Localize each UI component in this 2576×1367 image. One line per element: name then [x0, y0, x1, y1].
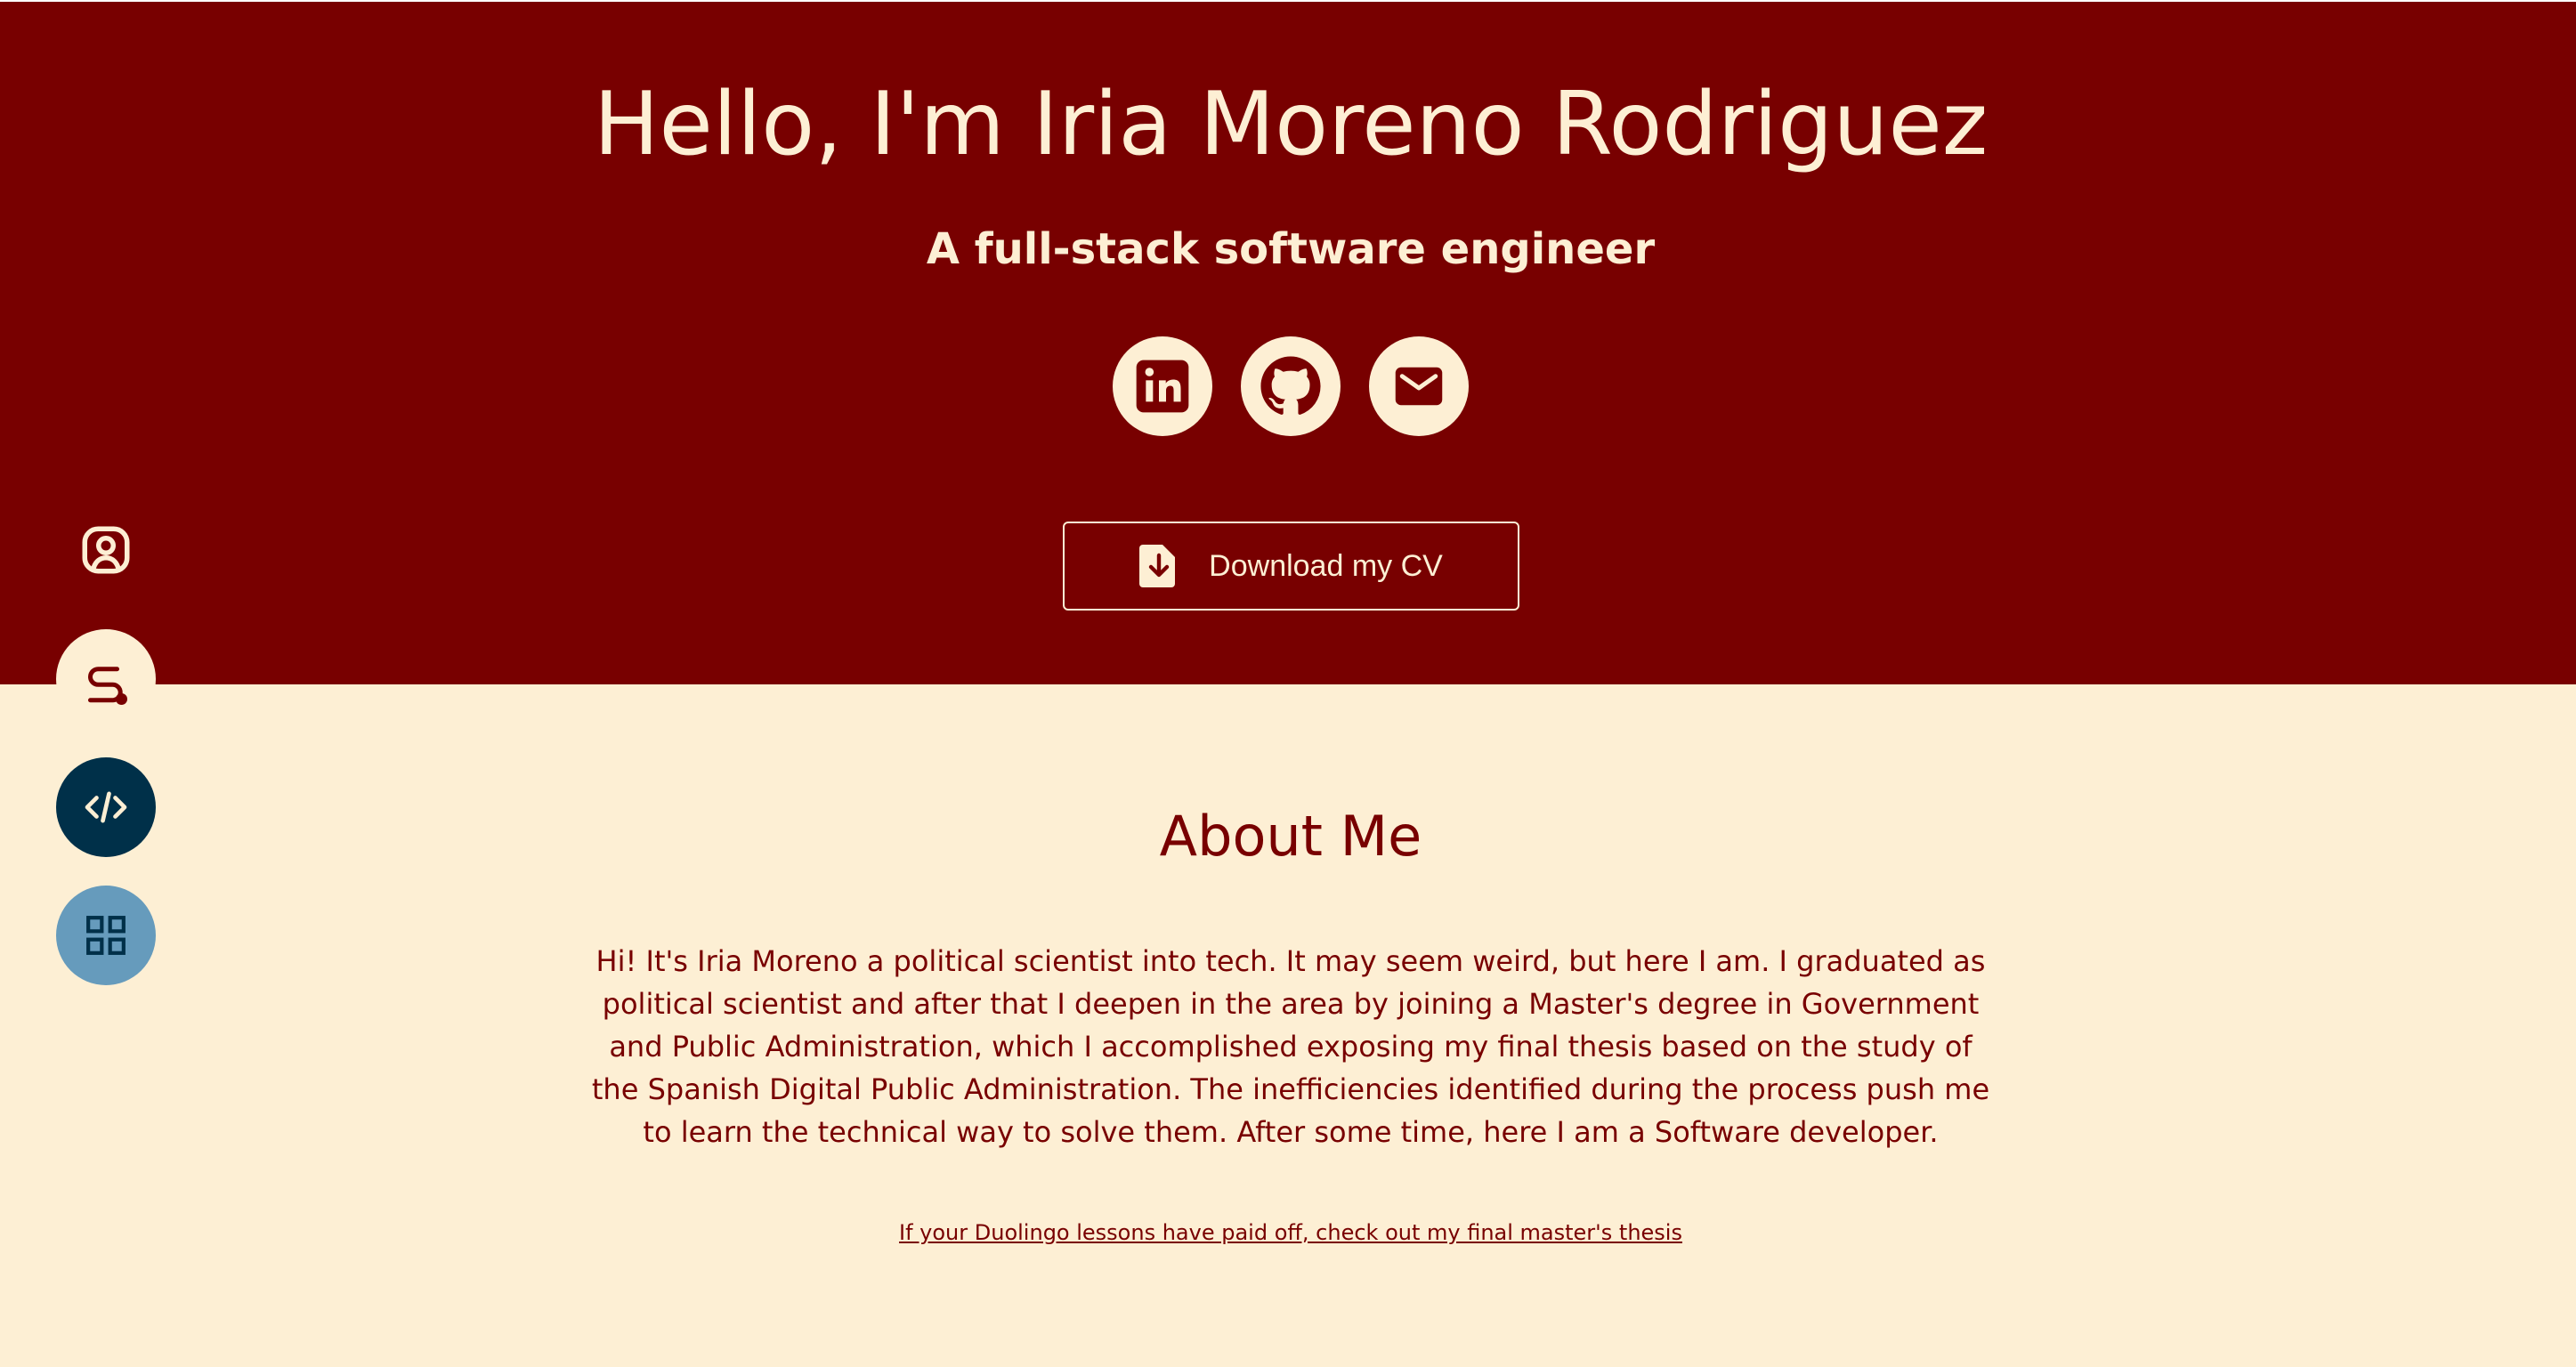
about-title: About Me [1159, 804, 1422, 869]
download-cv-button[interactable]: Download my CV [1063, 522, 1519, 611]
grid-icon [86, 916, 126, 955]
download-cv-label: Download my CV [1209, 548, 1443, 583]
github-icon [1260, 356, 1321, 415]
side-nav-journey[interactable] [56, 629, 156, 729]
github-link[interactable] [1241, 336, 1341, 436]
about-text: Hi! It's Iria Moreno a political scienti… [591, 944, 1990, 1149]
side-nav-profile[interactable] [56, 500, 156, 600]
hero-section: Hello, I'm Iria Moreno Rodriguez A full-… [0, 0, 2576, 684]
side-nav-projects[interactable] [56, 886, 156, 985]
thesis-link[interactable]: If your Duolingo lessons have paid off, … [0, 1217, 2576, 1248]
hero-title: Hello, I'm Iria Moreno Rodriguez [593, 74, 1989, 175]
linkedin-icon [1136, 360, 1189, 413]
user-profile-icon [82, 526, 130, 574]
hero-subtitle: A full-stack software engineer [926, 224, 1656, 274]
email-link[interactable] [1369, 336, 1469, 436]
mail-icon [1395, 367, 1443, 406]
path-icon [88, 667, 127, 705]
linkedin-link[interactable] [1113, 336, 1212, 436]
download-file-icon [1139, 545, 1176, 587]
